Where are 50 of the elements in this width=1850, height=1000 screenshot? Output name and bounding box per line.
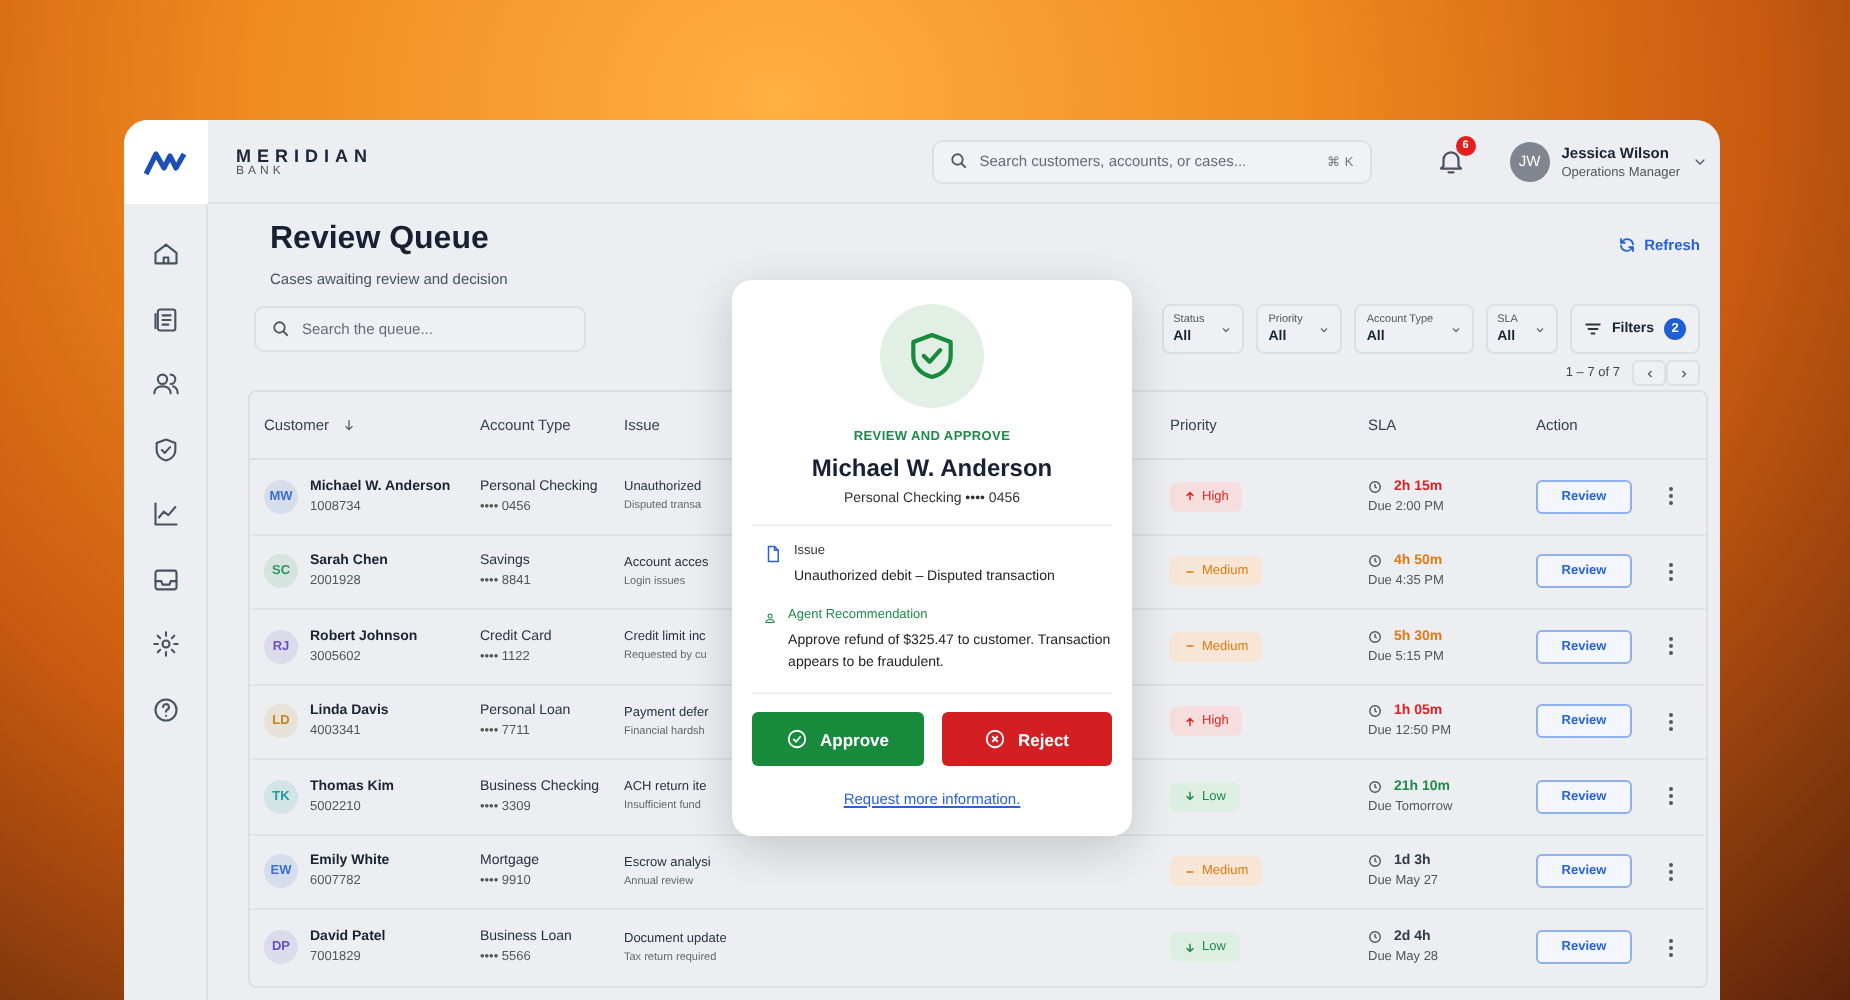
close-circle-icon bbox=[983, 728, 1006, 750]
more-options-button[interactable] bbox=[1668, 937, 1674, 958]
more-options-button[interactable] bbox=[1668, 486, 1674, 507]
bell-icon[interactable] bbox=[1435, 146, 1466, 176]
reject-button[interactable]: Reject bbox=[941, 712, 1112, 766]
dash-icon bbox=[1184, 565, 1196, 578]
chevron-down-icon bbox=[1318, 323, 1331, 335]
document-icon bbox=[764, 544, 782, 564]
clock-icon bbox=[1368, 854, 1382, 869]
clock-icon bbox=[1368, 629, 1382, 644]
approve-button[interactable]: Approve bbox=[752, 712, 923, 766]
chart-icon[interactable] bbox=[151, 500, 179, 528]
dash-icon bbox=[1184, 865, 1196, 878]
inbox-icon[interactable] bbox=[151, 565, 179, 593]
more-options-button[interactable] bbox=[1668, 786, 1674, 807]
arrow-down-icon bbox=[1184, 941, 1196, 954]
refresh-icon bbox=[1618, 236, 1637, 254]
sort-arrow-icon[interactable] bbox=[341, 418, 356, 432]
chevron-left-icon bbox=[1643, 367, 1655, 379]
chevron-down-icon bbox=[1449, 323, 1462, 335]
more-options-button[interactable] bbox=[1668, 636, 1674, 657]
chevron-down-icon bbox=[1220, 323, 1233, 335]
shield-icon[interactable] bbox=[151, 435, 179, 463]
arrow-up-icon bbox=[1184, 490, 1196, 503]
arrow-up-icon bbox=[1184, 715, 1196, 728]
more-options-button[interactable] bbox=[1668, 561, 1674, 582]
brand-name: MERIDIAN bbox=[236, 145, 373, 165]
person-icon bbox=[764, 608, 777, 628]
clock-icon bbox=[1368, 779, 1382, 794]
clock-icon bbox=[1368, 479, 1382, 494]
help-icon[interactable] bbox=[151, 695, 179, 723]
dash-icon bbox=[1184, 640, 1196, 653]
page-title: Review Queue bbox=[270, 220, 491, 260]
clock-icon bbox=[1368, 930, 1382, 945]
arrow-down-icon bbox=[1184, 790, 1196, 803]
home-icon[interactable] bbox=[151, 240, 179, 268]
more-options-button[interactable] bbox=[1668, 861, 1674, 882]
search-icon bbox=[272, 320, 290, 338]
more-options-button[interactable] bbox=[1668, 711, 1674, 732]
search-icon bbox=[949, 152, 968, 170]
filter-icon bbox=[1583, 320, 1602, 338]
mountain-logo-icon bbox=[144, 148, 188, 176]
chevron-down-icon bbox=[1533, 323, 1546, 335]
document-icon[interactable] bbox=[151, 305, 179, 333]
dialog-customer-name: Michael W. Anderson bbox=[811, 454, 1053, 482]
clock-icon bbox=[1368, 704, 1382, 719]
chevron-right-icon bbox=[1677, 367, 1689, 379]
clock-icon bbox=[1368, 554, 1382, 569]
check-circle-icon bbox=[786, 728, 808, 750]
users-icon[interactable] bbox=[151, 370, 179, 398]
